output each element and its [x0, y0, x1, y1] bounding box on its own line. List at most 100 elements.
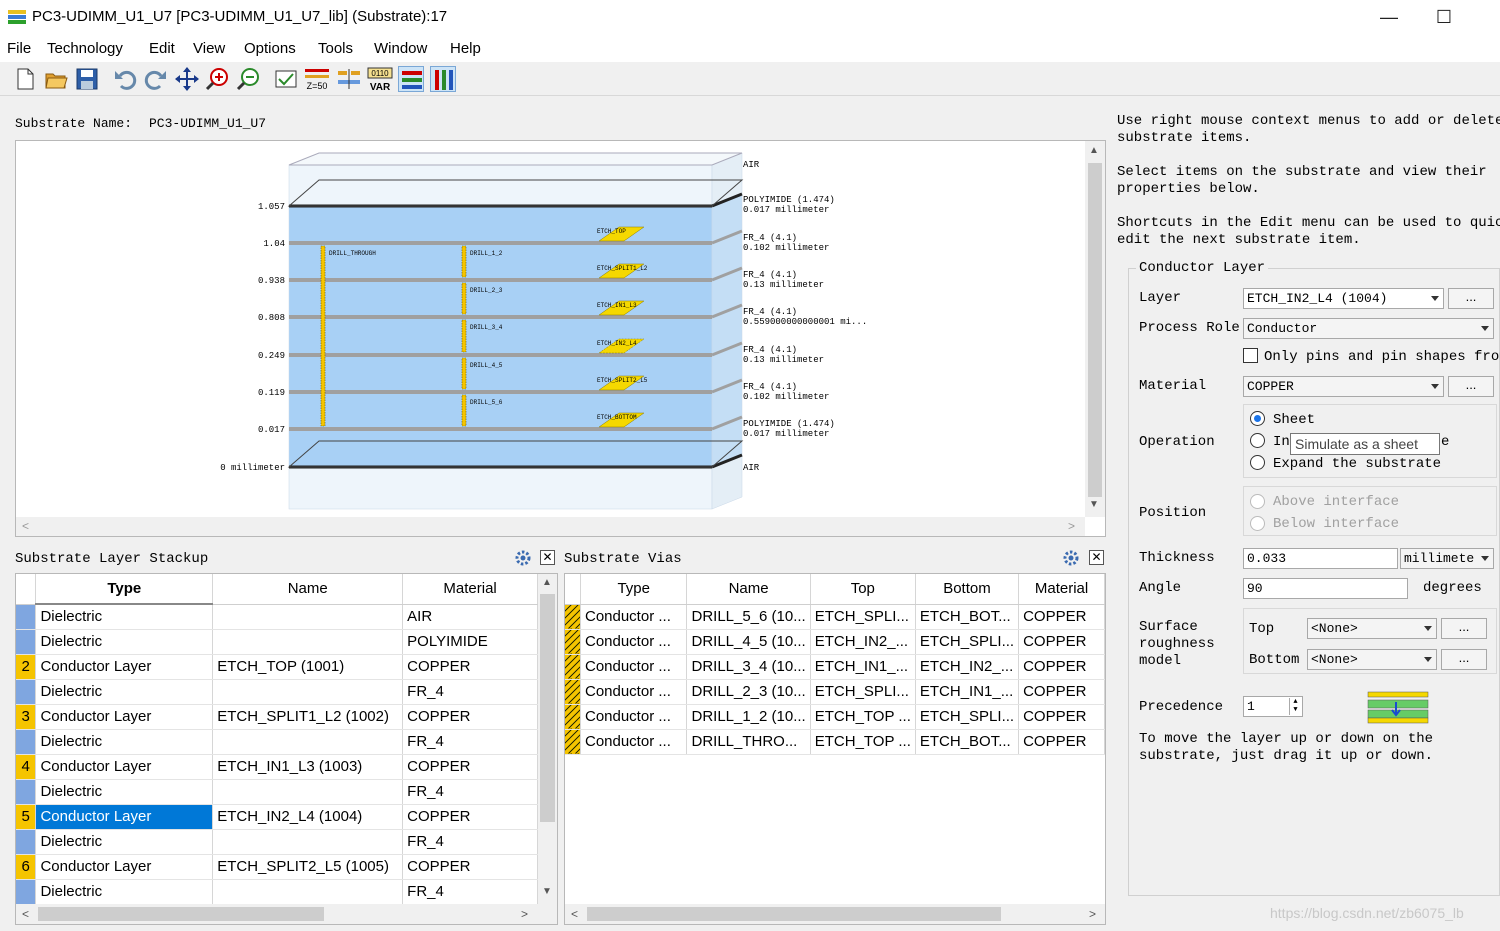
via-row-marker[interactable] — [565, 679, 582, 705]
vias-hscroll-thumb[interactable] — [587, 907, 1001, 921]
material-browse-button[interactable]: ... — [1448, 376, 1494, 397]
cell-via-top[interactable]: ETCH_TOP ... — [810, 729, 916, 755]
col-via-name[interactable]: Name — [686, 574, 811, 605]
dielectric-layer[interactable] — [288, 391, 713, 430]
menu-window[interactable]: Window — [374, 40, 427, 57]
cell-type[interactable]: Conductor Layer — [35, 804, 214, 830]
cell-material[interactable]: AIR — [402, 604, 538, 630]
cell-via-bottom[interactable]: ETCH_BOT... — [915, 729, 1020, 755]
col-via-material[interactable]: Material — [1018, 574, 1105, 605]
stackup-vscroll-thumb[interactable] — [540, 594, 555, 822]
menu-file[interactable]: File — [7, 40, 31, 57]
table-row[interactable]: Dielectric FR_4 — [16, 729, 538, 755]
drill-via[interactable] — [461, 357, 467, 390]
cell-via-bottom[interactable]: ETCH_BOT... — [915, 604, 1020, 630]
cell-material[interactable]: FR_4 — [402, 829, 538, 855]
rough-bottom-browse-button[interactable]: ... — [1441, 649, 1487, 670]
cell-via-material[interactable]: COPPER — [1018, 729, 1105, 755]
cell-name[interactable] — [212, 629, 404, 655]
table-row[interactable]: Dielectric FR_4 — [16, 779, 538, 805]
z50-icon[interactable]: Z=50 — [304, 66, 330, 92]
op-sheet-radio[interactable] — [1250, 411, 1265, 426]
cell-name[interactable] — [212, 729, 404, 755]
angle-input[interactable]: 90 — [1243, 578, 1408, 599]
scroll-left-icon[interactable]: < — [22, 907, 29, 921]
air-layer[interactable] — [288, 466, 713, 510]
thickness-unit-select[interactable]: millimete — [1400, 548, 1494, 569]
row-number[interactable]: 2 — [16, 654, 37, 680]
cell-via-name[interactable]: DRILL_4_5 (10... — [686, 629, 811, 655]
minimize-button[interactable]: — — [1366, 4, 1412, 32]
table-row[interactable]: Conductor ... DRILL_3_4 (10... ETCH_IN1_..… — [565, 654, 1105, 680]
menu-tools[interactable]: Tools — [318, 40, 353, 57]
table-row[interactable]: Dielectric AIR — [16, 604, 538, 630]
close-icon[interactable]: ✕ — [540, 550, 555, 565]
cell-via-top[interactable]: ETCH_SPLI... — [810, 604, 916, 630]
via-row-marker[interactable] — [565, 729, 582, 755]
scroll-up-icon[interactable]: ▲ — [542, 577, 552, 588]
layer-compare-icon[interactable] — [336, 66, 362, 92]
cell-via-name[interactable]: DRILL_1_2 (10... — [686, 704, 811, 730]
cell-via-type[interactable]: Conductor ... — [580, 604, 688, 630]
new-icon[interactable] — [12, 66, 38, 92]
cell-type[interactable]: Conductor Layer — [35, 654, 214, 680]
cell-material[interactable]: FR_4 — [402, 679, 538, 705]
table-row[interactable]: Dielectric FR_4 — [16, 879, 538, 905]
substrate-diagram[interactable]: 1.057 1.04 0.938 0.808 0.249 0.119 0.017 0 mill… — [15, 140, 1106, 537]
table-row[interactable]: Conductor ... DRILL_5_6 (10... ETCH_SPLI..… — [565, 604, 1105, 630]
diagram-vscroll[interactable]: ▲ ▼ — [1085, 141, 1105, 517]
vias-hscroll[interactable]: < > — [565, 904, 1105, 924]
table-row[interactable]: 6 Conductor Layer ETCH_SPLIT2_L5 (1005) COP… — [16, 854, 538, 880]
save-icon[interactable] — [74, 66, 100, 92]
row-number[interactable] — [16, 779, 37, 805]
drill-via[interactable] — [320, 245, 326, 427]
cell-material[interactable]: COPPER — [402, 754, 538, 780]
layer-view-icon[interactable] — [430, 66, 456, 92]
cell-via-name[interactable]: DRILL_THRO... — [686, 729, 811, 755]
cell-via-bottom[interactable]: ETCH_SPLI... — [915, 629, 1020, 655]
cell-name[interactable] — [212, 779, 404, 805]
table-row[interactable]: 4 Conductor Layer ETCH_IN1_L3 (1003) COPPER — [16, 754, 538, 780]
var-icon[interactable]: 0110 VAR — [367, 66, 393, 93]
table-row[interactable]: Conductor ... DRILL_4_5 (10... ETCH_IN2_..… — [565, 629, 1105, 655]
menu-options[interactable]: Options — [244, 40, 296, 57]
table-row[interactable]: 3 Conductor Layer ETCH_SPLIT1_L2 (1002) COP… — [16, 704, 538, 730]
drill-via[interactable] — [461, 282, 467, 315]
cell-material[interactable]: FR_4 — [402, 779, 538, 805]
open-icon[interactable] — [43, 66, 69, 92]
undo-icon[interactable] — [112, 66, 138, 92]
cell-via-material[interactable]: COPPER — [1018, 629, 1105, 655]
row-number[interactable] — [16, 829, 37, 855]
pos-below-radio[interactable] — [1250, 516, 1265, 531]
cell-via-type[interactable]: Conductor ... — [580, 654, 688, 680]
cell-via-top[interactable]: ETCH_IN2_... — [810, 629, 916, 655]
col-name[interactable]: Name — [212, 574, 404, 605]
table-row[interactable]: Dielectric FR_4 — [16, 679, 538, 705]
material-select[interactable]: COPPER — [1243, 376, 1444, 397]
via-row-marker[interactable] — [565, 604, 582, 630]
cell-type[interactable]: Dielectric — [35, 729, 214, 755]
table-row[interactable]: Conductor ... DRILL_1_2 (10... ETCH_TOP ..… — [565, 704, 1105, 730]
row-number[interactable]: 6 — [16, 854, 37, 880]
cell-material[interactable]: COPPER — [402, 654, 538, 680]
via-row-marker[interactable] — [565, 704, 582, 730]
layer-browse-button[interactable]: ... — [1448, 288, 1494, 309]
table-row[interactable]: Conductor ... DRILL_2_3 (10... ETCH_SPLI..… — [565, 679, 1105, 705]
scroll-up-icon[interactable]: ▲ — [1089, 145, 1099, 156]
redo-icon[interactable] — [143, 66, 169, 92]
row-number[interactable] — [16, 679, 37, 705]
cell-via-material[interactable]: COPPER — [1018, 604, 1105, 630]
row-number[interactable] — [16, 629, 37, 655]
menu-technology[interactable]: Technology — [47, 40, 123, 57]
stackup-vscroll[interactable]: ▲ ▼ — [538, 574, 557, 904]
dielectric-layer[interactable] — [288, 242, 713, 281]
gear-icon[interactable] — [1063, 550, 1079, 566]
rough-top-browse-button[interactable]: ... — [1441, 618, 1487, 639]
menu-view[interactable]: View — [193, 40, 225, 57]
cell-name[interactable] — [212, 679, 404, 705]
cell-via-bottom[interactable]: ETCH_IN2_... — [915, 654, 1020, 680]
scroll-left-icon[interactable]: < — [571, 907, 578, 921]
op-into-radio[interactable] — [1250, 433, 1265, 448]
dielectric-layer[interactable] — [288, 428, 713, 468]
cell-name[interactable] — [212, 879, 404, 905]
